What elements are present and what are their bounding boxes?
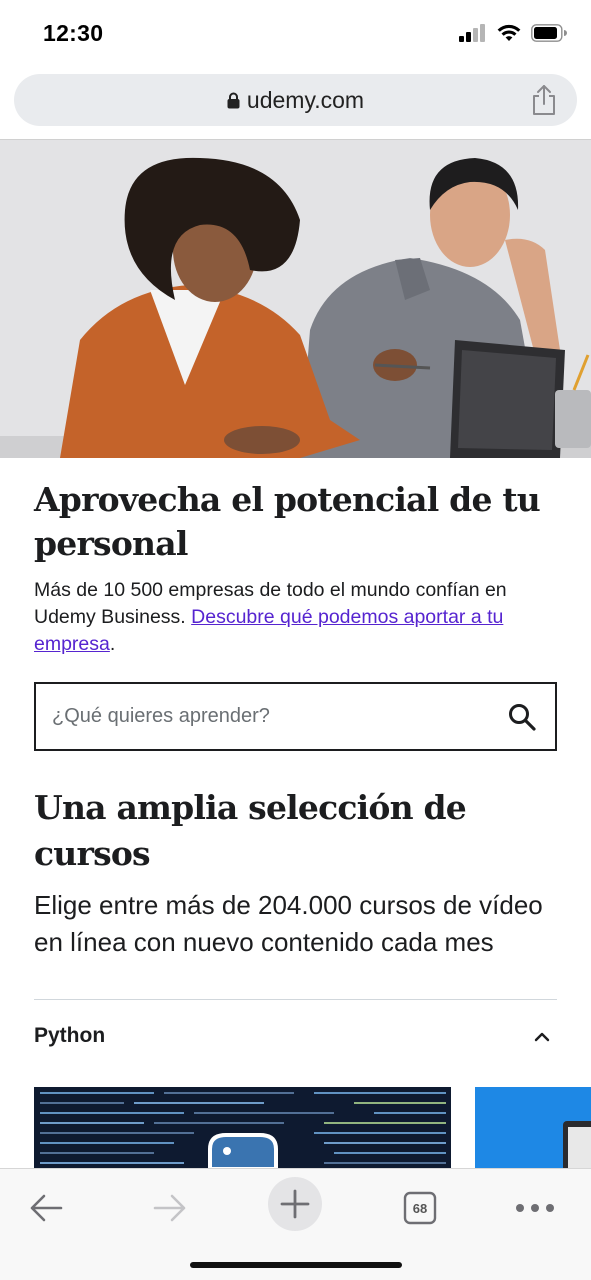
courses-title: Una amplia selección de cursos — [34, 788, 467, 873]
back-arrow-icon — [30, 1194, 63, 1222]
tabs-button[interactable]: 68 — [393, 1181, 447, 1235]
battery-icon — [531, 24, 567, 42]
forward-button[interactable] — [143, 1181, 197, 1235]
hero-description: Más de 10 500 empresas de todo el mundo … — [34, 577, 554, 658]
share-icon[interactable] — [531, 84, 557, 116]
status-time: 12:30 — [43, 20, 104, 46]
hero-illustration — [0, 140, 591, 458]
course-thumbnail — [475, 1087, 591, 1169]
hero-image — [0, 140, 591, 458]
accordion-label: Python — [34, 1024, 106, 1047]
search-icon[interactable] — [507, 702, 537, 732]
lock-icon — [227, 92, 240, 108]
search-box[interactable] — [34, 682, 557, 751]
status-icons — [459, 24, 567, 42]
section-divider — [34, 999, 557, 1000]
tab-count: 68 — [412, 1200, 428, 1216]
url-text: udemy.com — [246, 86, 365, 113]
chevron-up-icon[interactable] — [533, 1028, 551, 1046]
address-bar[interactable]: udemy.com — [14, 74, 577, 126]
signal-icon — [459, 24, 485, 42]
address-display[interactable]: udemy.com — [14, 74, 577, 126]
wifi-icon — [497, 24, 521, 41]
more-icon — [516, 1204, 554, 1212]
hero-description-end: . — [109, 633, 116, 655]
home-indicator[interactable] — [190, 1262, 402, 1268]
course-card[interactable] — [475, 1087, 591, 1169]
back-button[interactable] — [19, 1181, 73, 1235]
courses-subtitle: Elige entre más de 204.000 cursos de víd… — [34, 890, 543, 957]
course-card[interactable] — [34, 1087, 451, 1169]
accordion-python[interactable]: Python — [34, 1010, 557, 1066]
forward-arrow-icon — [153, 1194, 186, 1222]
course-thumbnail — [34, 1087, 451, 1169]
hero-title: Aprovecha el potencial de tu personal — [34, 480, 541, 563]
new-tab-button[interactable] — [268, 1177, 322, 1231]
search-input[interactable] — [52, 684, 492, 749]
tabs-icon: 68 — [403, 1191, 437, 1225]
menu-button[interactable] — [508, 1181, 562, 1235]
plus-icon — [280, 1189, 310, 1219]
status-bar: 12:30 — [0, 0, 591, 70]
